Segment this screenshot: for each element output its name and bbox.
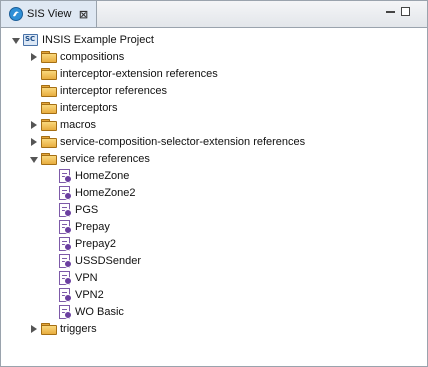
expand-toggle-icon[interactable] xyxy=(29,137,39,147)
tree-item-label: VPN2 xyxy=(75,288,104,301)
folder-icon xyxy=(41,84,57,97)
service-ref-icon xyxy=(59,202,72,217)
tree-folder-interceptors[interactable]: interceptors xyxy=(29,99,117,116)
sis-icon xyxy=(9,7,23,21)
minimize-icon[interactable] xyxy=(386,7,395,16)
tree-item-service-ref[interactable]: VPN xyxy=(59,269,98,286)
tree-folder-label: interceptors xyxy=(60,101,118,114)
folder-icon xyxy=(41,322,57,335)
expand-toggle-icon[interactable] xyxy=(29,120,39,130)
tree-item-service-ref[interactable]: VPN2 xyxy=(59,286,104,303)
tree-root[interactable]: SC INSIS Example Project xyxy=(11,31,154,48)
tree-item-service-ref[interactable]: WO Basic xyxy=(59,303,124,320)
sis-view-panel: SIS View ⊠ SC INSIS Example Project comp… xyxy=(0,0,428,367)
tree-item-label: HomeZone2 xyxy=(75,186,136,199)
service-ref-icon xyxy=(59,168,72,183)
tree-item-service-ref[interactable]: HomeZone2 xyxy=(59,184,136,201)
tree-item-label: USSDSender xyxy=(75,254,142,267)
tree-folder-macros[interactable]: macros xyxy=(29,116,96,133)
tree-folder-label: interceptor-extension references xyxy=(60,67,218,80)
tree-folder-interceptor-extension-references[interactable]: interceptor-extension references xyxy=(29,65,218,82)
tree-item-service-ref[interactable]: Prepay2 xyxy=(59,235,116,252)
tree-folder-service-composition-selector-extension-references[interactable]: service-composition-selector-extension r… xyxy=(29,133,305,150)
service-ref-icon xyxy=(59,219,72,234)
tree-item-label: VPN xyxy=(75,271,98,284)
tree-item-label: HomeZone xyxy=(75,169,130,182)
tree-item-label: WO Basic xyxy=(75,305,124,318)
close-icon[interactable]: ⊠ xyxy=(77,8,89,21)
tree-folder-triggers[interactable]: triggers xyxy=(29,320,97,337)
expand-toggle-icon[interactable] xyxy=(11,35,21,45)
tree-folder-interceptor-references[interactable]: interceptor references xyxy=(29,82,167,99)
tree-item-service-ref[interactable]: PGS xyxy=(59,201,98,218)
folder-icon xyxy=(41,50,57,63)
project-tree: SC INSIS Example Project compositions in… xyxy=(1,29,427,366)
tree-item-service-ref[interactable]: USSDSender xyxy=(59,252,141,269)
project-icon: SC xyxy=(23,33,39,46)
tree-item-service-ref[interactable]: HomeZone xyxy=(59,167,129,184)
folder-icon xyxy=(41,67,57,80)
tree-folder-compositions[interactable]: compositions xyxy=(29,48,124,65)
tab-label: SIS View xyxy=(27,8,72,20)
folder-icon xyxy=(41,101,57,114)
tab-sis-view[interactable]: SIS View ⊠ xyxy=(1,1,97,27)
tree-folder-label: triggers xyxy=(60,322,97,335)
tree-folder-label: service-composition-selector-extension r… xyxy=(60,135,306,148)
expand-toggle-icon[interactable] xyxy=(29,52,39,62)
maximize-icon[interactable] xyxy=(401,7,410,16)
tree-item-service-ref[interactable]: Prepay xyxy=(59,218,110,235)
tree-item-label: Prepay xyxy=(75,220,110,233)
service-ref-icon xyxy=(59,304,72,319)
tree-folder-label: compositions xyxy=(60,50,125,63)
folder-open-icon xyxy=(41,152,57,165)
service-ref-icon xyxy=(59,236,72,251)
service-ref-icon xyxy=(59,270,72,285)
tree-folder-label: interceptor references xyxy=(60,84,167,97)
tree-folder-label: macros xyxy=(60,118,97,131)
service-ref-icon xyxy=(59,287,72,302)
expand-toggle-icon[interactable] xyxy=(29,154,39,164)
tree-item-label: PGS xyxy=(75,203,99,216)
tree-folder-service-references[interactable]: service references xyxy=(29,150,150,167)
tree-root-label: INSIS Example Project xyxy=(42,33,154,46)
folder-icon xyxy=(41,118,57,131)
service-ref-icon xyxy=(59,185,72,200)
folder-icon xyxy=(41,135,57,148)
expand-toggle-icon[interactable] xyxy=(29,324,39,334)
tree-item-label: Prepay2 xyxy=(75,237,116,250)
tree-folder-label: service references xyxy=(60,152,150,165)
service-ref-icon xyxy=(59,253,72,268)
view-tab-bar: SIS View ⊠ xyxy=(1,1,427,28)
